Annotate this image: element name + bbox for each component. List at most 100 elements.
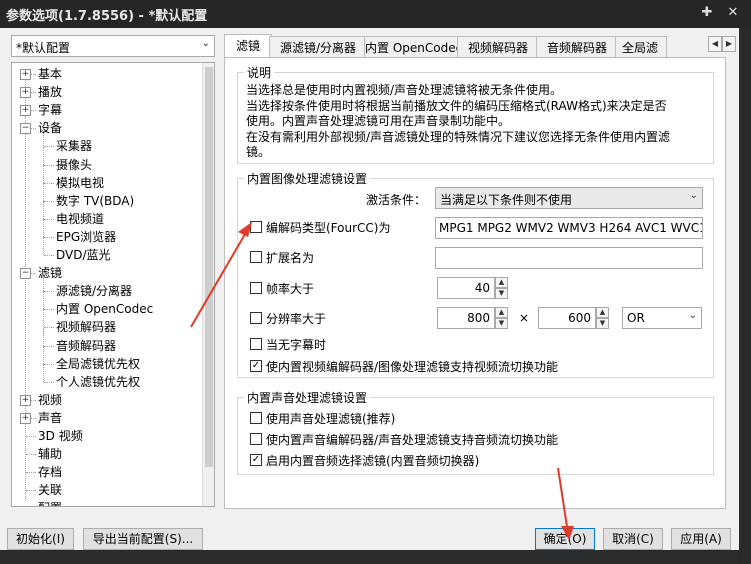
resolution-label: 分辨率大于 bbox=[266, 312, 327, 326]
tree-item-label: 模拟电视 bbox=[56, 175, 105, 190]
tree-item[interactable]: 声音 bbox=[38, 409, 62, 427]
tree-item[interactable]: DVD/蓝光 bbox=[56, 246, 111, 264]
audio-option-label: 启用内置音频选择滤镜(内置音频切换器) bbox=[266, 454, 480, 468]
collapse-icon[interactable]: − bbox=[20, 268, 31, 280]
resolution-operator-value: OR bbox=[627, 311, 645, 325]
tree-item[interactable]: 电视频道 bbox=[56, 210, 104, 228]
tab-2[interactable]: 内置 OpenCodec bbox=[364, 36, 462, 59]
resolution-height-up-icon[interactable]: ▲ bbox=[596, 307, 609, 318]
profile-select[interactable]: *默认配置 ⌄ bbox=[11, 35, 215, 57]
init-button[interactable]: 初始化(I) bbox=[7, 528, 74, 550]
tree-item[interactable]: 字幕 bbox=[38, 101, 62, 119]
tree-item[interactable]: 模拟电视 bbox=[56, 174, 104, 192]
ok-button[interactable]: 确定(O) bbox=[535, 528, 595, 550]
activation-select[interactable]: 当满足以下条件则不使用 ⌄ bbox=[435, 187, 703, 209]
tree-item-label: 声音 bbox=[38, 410, 63, 425]
tree-item[interactable]: 存档 bbox=[38, 463, 62, 481]
tree-item[interactable]: 基本 bbox=[38, 65, 62, 83]
tree-item-label: 个人滤镜优先权 bbox=[56, 374, 141, 389]
expand-icon[interactable]: + bbox=[20, 394, 31, 406]
tree-item-label: 源滤镜/分离器 bbox=[56, 284, 133, 299]
tab-scroll: ◀ ▶ bbox=[708, 36, 736, 52]
note-line: 使用。内置声音处理滤镜可用在声音录制功能中。 bbox=[246, 114, 511, 128]
cancel-button[interactable]: 取消(C) bbox=[603, 528, 663, 550]
extension-label: 扩展名为 bbox=[266, 251, 315, 265]
tree-scrollbar[interactable] bbox=[202, 63, 214, 506]
chevron-down-icon: ⌄ bbox=[688, 310, 697, 321]
tree-item-label: 数字 TV(BDA) bbox=[56, 193, 135, 208]
tree-item-label: 设备 bbox=[38, 121, 63, 136]
no-subtitle-checkbox[interactable] bbox=[250, 338, 262, 350]
tree-item[interactable]: 全局滤镜优先权 bbox=[56, 355, 140, 373]
tree-item[interactable]: 摄像头 bbox=[56, 156, 92, 174]
resolution-width-input[interactable]: 800 bbox=[437, 307, 495, 329]
tree-item[interactable]: 关联 bbox=[38, 481, 62, 499]
tree-guide-line bbox=[43, 164, 44, 183]
apply-button[interactable]: 应用(A) bbox=[671, 528, 731, 550]
fps-input[interactable]: 40 bbox=[437, 277, 495, 299]
tab-5[interactable]: 全局滤 bbox=[615, 36, 667, 58]
fps-checkbox[interactable] bbox=[250, 282, 262, 294]
tab-strip: 滤镜 源滤镜/分离器 内置 OpenCodec 视频解码器 音频解码器 全局滤 bbox=[224, 34, 724, 59]
tab-scroll-right-icon[interactable]: ▶ bbox=[722, 36, 736, 52]
fps-label: 帧率大于 bbox=[266, 282, 315, 296]
tree-item[interactable]: 辅助 bbox=[38, 445, 62, 463]
tab-0[interactable]: 滤镜 bbox=[224, 34, 272, 59]
expand-icon[interactable]: + bbox=[20, 412, 31, 424]
tab-4[interactable]: 音频解码器 bbox=[536, 36, 618, 59]
pin-icon[interactable]: ✚ bbox=[698, 4, 716, 22]
export-config-button[interactable]: 导出当前配置(S)... bbox=[83, 528, 203, 550]
tab-3[interactable]: 视频解码器 bbox=[457, 36, 539, 59]
tree-scrollbar-thumb[interactable] bbox=[205, 67, 213, 467]
tree-item[interactable]: 个人滤镜优先权 bbox=[56, 373, 140, 391]
tree-item[interactable]: 配置 bbox=[38, 499, 62, 506]
resolution-operator-select[interactable]: OR ⌄ bbox=[622, 307, 702, 329]
audio-option-checkbox[interactable] bbox=[250, 433, 262, 445]
resolution-width-up-icon[interactable]: ▲ bbox=[495, 307, 508, 318]
expand-icon[interactable]: + bbox=[20, 87, 31, 99]
background-strip-bottom bbox=[0, 550, 739, 564]
expand-icon[interactable]: + bbox=[20, 105, 31, 117]
tree-item[interactable]: 设备 bbox=[38, 119, 62, 137]
resolution-height-input[interactable]: 600 bbox=[538, 307, 596, 329]
tree-item[interactable]: 视频解码器 bbox=[56, 318, 116, 336]
tree-item-label: 3D 视频 bbox=[38, 429, 83, 443]
tree-item-label: 基本 bbox=[38, 67, 63, 81]
video-switch-checkbox[interactable]: ✓ bbox=[250, 360, 262, 372]
tree-guide-line bbox=[43, 200, 44, 219]
tree-item[interactable]: 3D 视频 bbox=[38, 427, 83, 445]
tree-item[interactable]: 音频解码器 bbox=[56, 337, 116, 355]
tree-item[interactable]: 播放 bbox=[38, 83, 62, 101]
tab-1[interactable]: 源滤镜/分离器 bbox=[269, 36, 367, 59]
resolution-width-down-icon[interactable]: ▼ bbox=[495, 318, 508, 329]
tree-guide-line bbox=[44, 146, 54, 148]
resolution-checkbox[interactable] bbox=[250, 312, 262, 324]
fourcc-input[interactable]: MPG1 MPG2 WMV2 WMV3 H264 AVC1 WVC1 bbox=[435, 217, 703, 239]
resolution-height-down-icon[interactable]: ▼ bbox=[596, 318, 609, 329]
collapse-icon[interactable]: − bbox=[20, 123, 31, 135]
fourcc-checkbox[interactable] bbox=[250, 221, 262, 233]
extension-checkbox[interactable] bbox=[250, 251, 262, 263]
tree-guide-line bbox=[26, 454, 36, 456]
tree-item-label: 关联 bbox=[38, 483, 63, 498]
tab-scroll-left-icon[interactable]: ◀ bbox=[708, 36, 722, 52]
audio-option-checkbox[interactable] bbox=[250, 412, 262, 424]
tree-item[interactable]: 视频 bbox=[38, 391, 62, 409]
tree-item[interactable]: 内置 OpenCodec bbox=[56, 300, 153, 318]
tree-item[interactable]: 采集器 bbox=[56, 137, 92, 155]
fps-down-icon[interactable]: ▼ bbox=[495, 288, 508, 299]
fps-up-icon[interactable]: ▲ bbox=[495, 277, 508, 288]
tree-guide-line bbox=[43, 363, 44, 382]
tree-item[interactable]: 源滤镜/分离器 bbox=[56, 282, 132, 300]
tree-item[interactable]: 滤镜 bbox=[38, 264, 62, 282]
profile-select-value: *默认配置 bbox=[16, 41, 71, 55]
tree-guide-line bbox=[44, 218, 54, 220]
tree-item[interactable]: EPG浏览器 bbox=[56, 228, 116, 246]
tree-guide-line bbox=[43, 182, 44, 201]
extension-input[interactable] bbox=[435, 247, 703, 269]
expand-icon[interactable]: + bbox=[20, 69, 31, 80]
tree-item[interactable]: 数字 TV(BDA) bbox=[56, 192, 134, 210]
audio-option-checkbox[interactable]: ✓ bbox=[250, 454, 262, 466]
tree-item-label: 播放 bbox=[38, 85, 63, 100]
close-icon[interactable]: ✕ bbox=[724, 4, 742, 22]
